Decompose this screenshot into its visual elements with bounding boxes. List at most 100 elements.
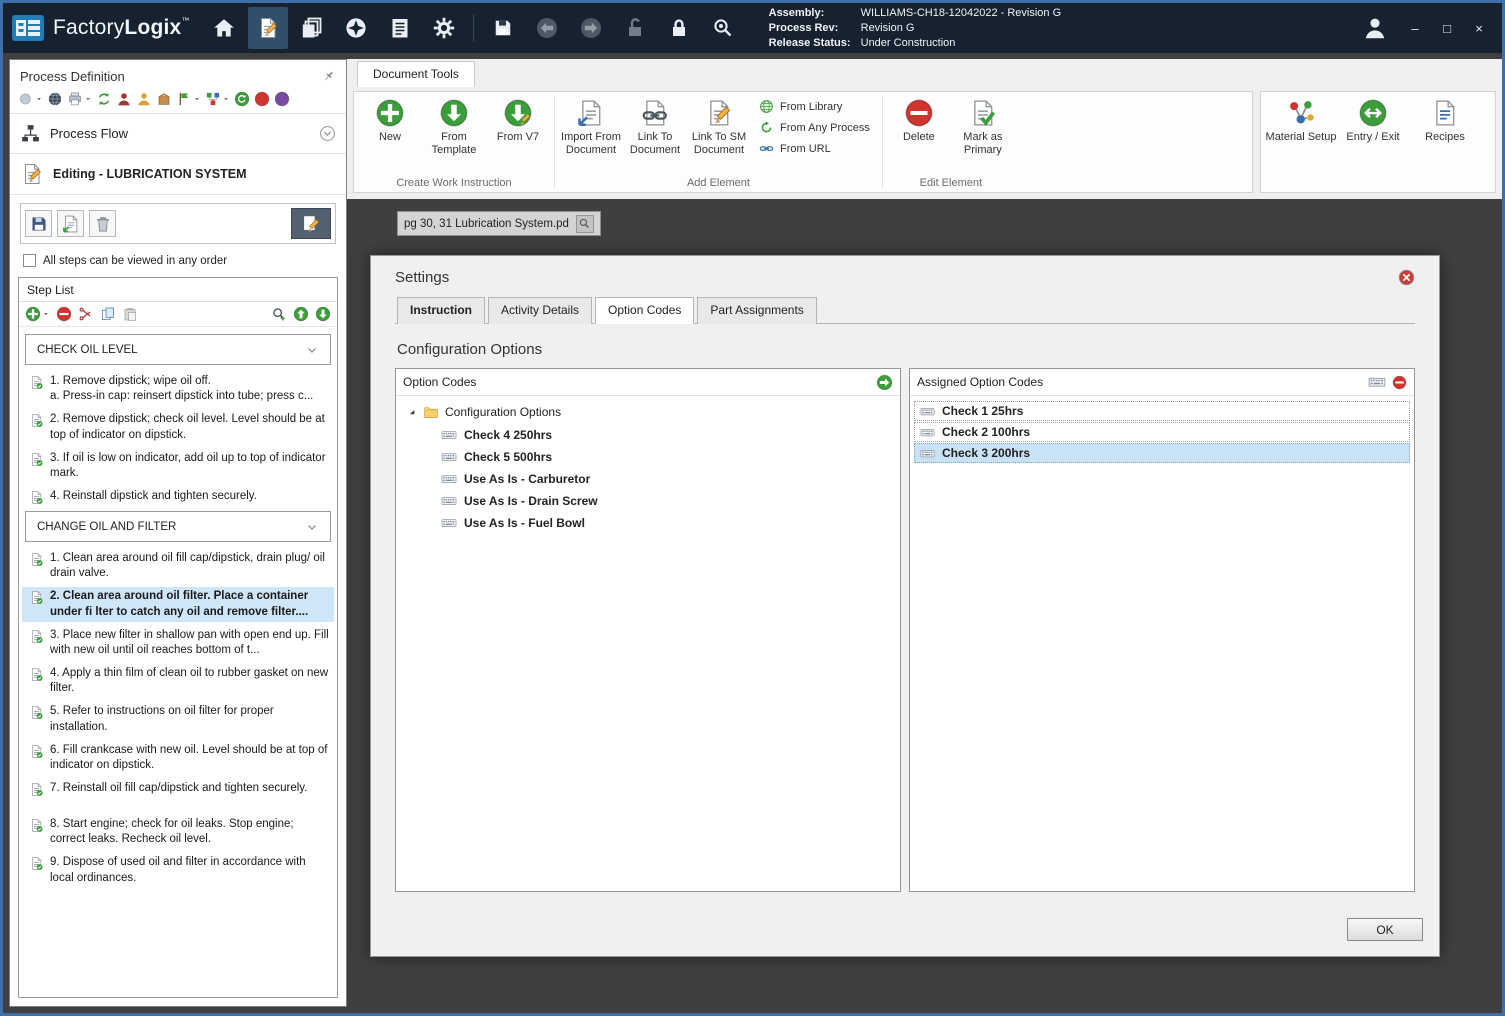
keyboard-button[interactable] xyxy=(1368,373,1386,391)
recipes-button[interactable]: Recipes xyxy=(1409,95,1481,144)
step-item[interactable]: 4. Apply a thin film of clean oil to rub… xyxy=(22,664,334,698)
assigned-option-item[interactable]: Check 3 200hrs xyxy=(914,443,1410,463)
copy-button[interactable] xyxy=(100,306,116,322)
tab-activity-details[interactable]: Activity Details xyxy=(488,297,592,324)
link-to-sm-document-button[interactable]: Link To SM Document xyxy=(687,95,751,157)
document-tab[interactable]: pg 30, 31 Lubrication System.pd xyxy=(397,211,601,236)
deploy-button[interactable] xyxy=(205,91,230,107)
documents-button[interactable] xyxy=(292,7,332,49)
step-item[interactable]: 6. Fill crankcase with new oil. Level sh… xyxy=(22,741,334,775)
assigned-option-item[interactable]: Check 2 100hrs xyxy=(914,422,1410,442)
from-library-button[interactable]: From Library xyxy=(759,99,870,114)
maximize-button[interactable]: □ xyxy=(1438,21,1456,36)
step-item[interactable]: 7. Reinstall oil fill cap/dipstick and t… xyxy=(22,779,334,799)
cut-button[interactable] xyxy=(78,306,94,322)
move-up-button[interactable] xyxy=(293,306,309,322)
minimize-button[interactable]: – xyxy=(1406,21,1424,36)
order-checkbox-row[interactable]: All steps can be viewed in any order xyxy=(10,246,346,275)
assigned-option-item[interactable]: Check 1 25hrs xyxy=(914,401,1410,421)
step-item[interactable]: 3. Place new filter in shallow pan with … xyxy=(22,626,334,660)
pin-icon[interactable] xyxy=(321,69,336,84)
option-code-item[interactable]: Use As Is - Drain Screw xyxy=(399,490,897,512)
user-remove-button[interactable] xyxy=(116,91,132,107)
order-checkbox[interactable] xyxy=(23,254,36,267)
process-flow-row[interactable]: Process Flow xyxy=(10,114,346,154)
stop-button[interactable] xyxy=(254,91,270,107)
dialog-close-button[interactable] xyxy=(1398,269,1415,286)
back-button[interactable] xyxy=(527,7,567,49)
trash-button[interactable] xyxy=(89,210,116,237)
reports-button[interactable] xyxy=(380,7,420,49)
window-controls: – □ × xyxy=(1406,21,1492,36)
save-button[interactable] xyxy=(483,7,523,49)
save-small-button[interactable] xyxy=(25,210,52,237)
print-button[interactable] xyxy=(67,91,92,107)
material-setup-button[interactable]: Material Setup xyxy=(1265,95,1337,144)
import-doc-button[interactable] xyxy=(57,210,84,237)
from-any-process-button[interactable]: From Any Process xyxy=(759,120,870,135)
lock-button[interactable] xyxy=(659,7,699,49)
option-code-item[interactable]: Use As Is - Carburetor xyxy=(399,468,897,490)
settings-gear-button[interactable] xyxy=(424,7,464,49)
ok-button[interactable]: OK xyxy=(1347,918,1423,941)
import-from-document-button[interactable]: Import From Document xyxy=(559,95,623,157)
tab-option-codes[interactable]: Option Codes xyxy=(595,297,694,324)
edit-instruction-button[interactable] xyxy=(291,208,331,239)
step-item[interactable]: 1. Remove dipstick; wipe oil off. a. Pre… xyxy=(22,372,334,406)
navigator-button[interactable] xyxy=(336,7,376,49)
step-group-change-oil-and-filter[interactable]: CHANGE OIL AND FILTER xyxy=(25,511,331,542)
close-button[interactable]: × xyxy=(1470,21,1488,36)
delete-button[interactable]: Delete xyxy=(887,95,951,144)
sync-button[interactable] xyxy=(96,91,112,107)
audit-search-button[interactable] xyxy=(703,7,743,49)
option-code-item[interactable]: Check 4 250hrs xyxy=(399,424,897,446)
record-button[interactable] xyxy=(274,91,290,107)
new-button[interactable]: New xyxy=(358,95,422,144)
link-to-document-button[interactable]: Link To Document xyxy=(623,95,687,157)
from-url-button[interactable]: From URL xyxy=(759,141,870,156)
ribbon-stack: From Library From Any Process From URL xyxy=(751,95,878,156)
paste-button[interactable] xyxy=(122,306,138,322)
step-item[interactable]: 8. Start engine; check for oil leaks. St… xyxy=(22,815,334,849)
document-zoom-button[interactable] xyxy=(576,215,594,233)
step-item[interactable]: 3. If oil is low on indicator, add oil u… xyxy=(22,449,334,483)
add-step-button[interactable] xyxy=(25,306,50,322)
unlock-button[interactable] xyxy=(615,7,655,49)
step-item[interactable]: 2. Remove dipstick; check oil level. Lev… xyxy=(22,410,334,444)
step-item[interactable]: 2. Clean area around oil filter. Place a… xyxy=(22,587,334,621)
step-item[interactable]: 1. Clean area around oil fill cap/dipsti… xyxy=(22,549,334,583)
step-group-check-oil-level[interactable]: CHECK OIL LEVEL xyxy=(25,334,331,365)
option-code-item[interactable]: Check 5 500hrs xyxy=(399,446,897,468)
collapse-icon[interactable] xyxy=(319,125,336,142)
from-template-button[interactable]: From Template xyxy=(422,95,486,157)
user-approve-button[interactable] xyxy=(136,91,152,107)
home-button[interactable] xyxy=(204,7,244,49)
step-doc-icon xyxy=(29,589,44,605)
web-button[interactable] xyxy=(47,91,63,107)
unassign-option-button[interactable] xyxy=(1392,375,1407,390)
assign-option-button[interactable] xyxy=(876,374,893,391)
tree-root[interactable]: Configuration Options xyxy=(399,401,897,424)
mark-as-primary-button[interactable]: Mark as Primary xyxy=(951,95,1015,157)
step-item[interactable]: 9. Dispose of used oil and filter in acc… xyxy=(22,853,334,887)
work-instruction-button[interactable] xyxy=(248,7,288,49)
step-item[interactable]: 5. Refer to instructions on oil filter f… xyxy=(22,702,334,736)
activate-button[interactable] xyxy=(234,91,250,107)
release-flag-button[interactable] xyxy=(176,91,201,107)
from-v7-button[interactable]: From V7 xyxy=(486,95,550,144)
tab-instruction[interactable]: Instruction xyxy=(397,297,485,324)
move-down-button[interactable] xyxy=(315,306,331,322)
step-doc-icon xyxy=(29,451,44,467)
tab-part-assignments[interactable]: Part Assignments xyxy=(697,297,816,324)
options-dropdown-button[interactable] xyxy=(18,91,43,107)
remove-step-button[interactable] xyxy=(56,306,72,322)
zoom-button[interactable] xyxy=(271,306,287,322)
entry-exit-button[interactable]: Entry / Exit xyxy=(1337,95,1409,144)
user-account-button[interactable] xyxy=(1358,11,1392,45)
activate-icon xyxy=(234,91,250,107)
option-code-item[interactable]: Use As Is - Fuel Bowl xyxy=(399,512,897,534)
tab-document-tools[interactable]: Document Tools xyxy=(357,61,475,87)
step-item[interactable]: 4. Reinstall dipstick and tighten secure… xyxy=(22,487,334,507)
package-button[interactable] xyxy=(156,91,172,107)
forward-button[interactable] xyxy=(571,7,611,49)
